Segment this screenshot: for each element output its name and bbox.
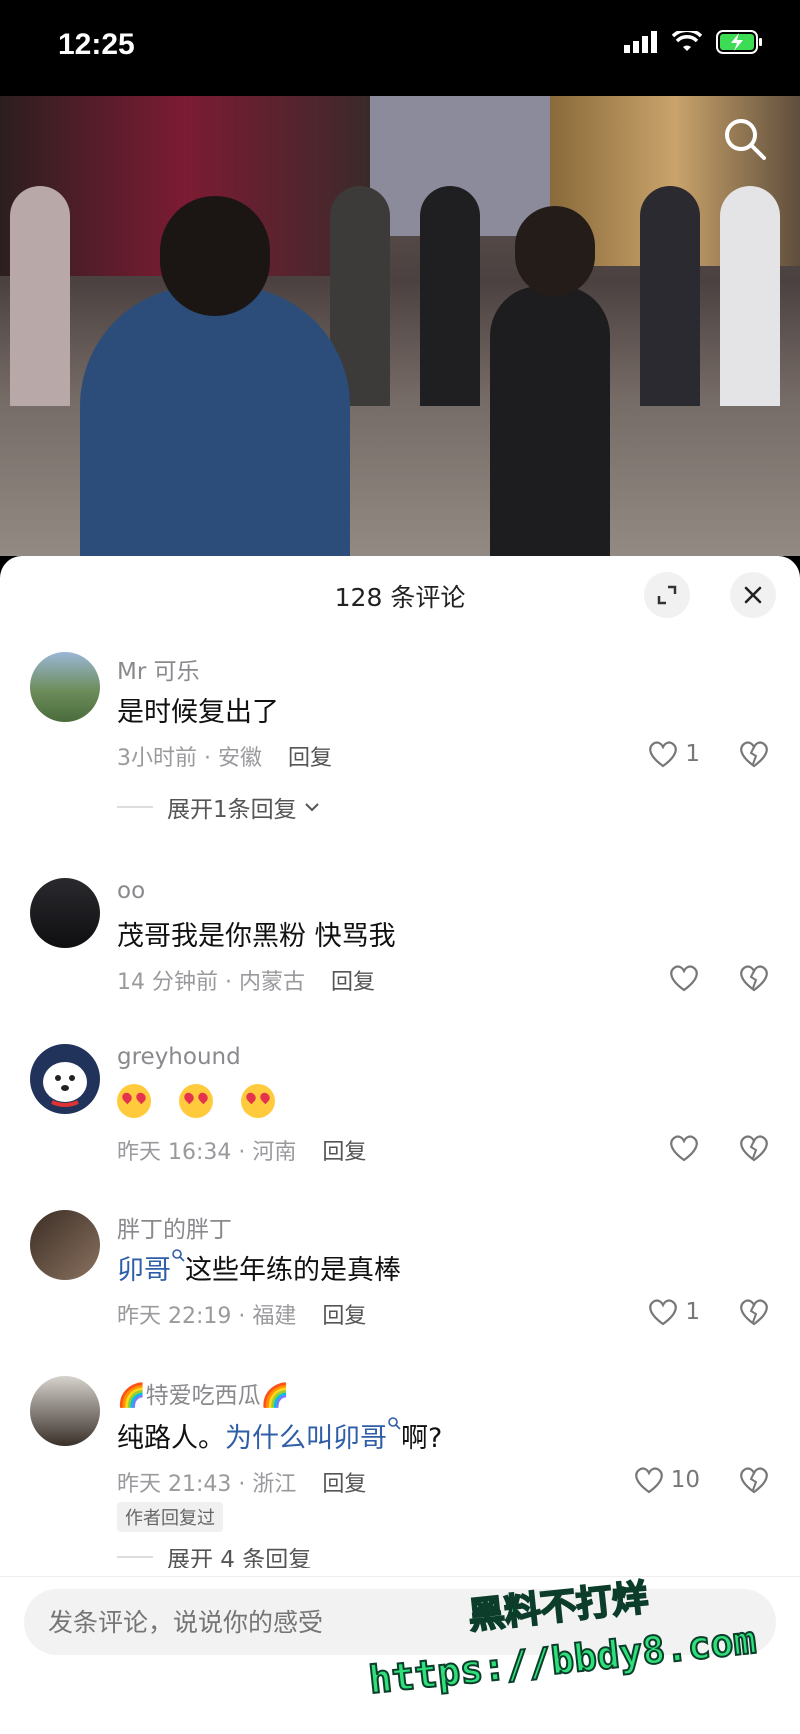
expand-replies-button[interactable]: 展开1条回复 bbox=[117, 790, 321, 824]
comment-time-location: 昨天 21:43 · 浙江 bbox=[117, 1472, 297, 1497]
heart-eyes-emoji-icon bbox=[179, 1084, 213, 1118]
comment-text: 纯路人。为什么叫卯哥 啊? bbox=[117, 1416, 442, 1455]
expand-replies-label: 展开 4 条回复 bbox=[167, 1547, 312, 1568]
reply-button[interactable]: 回复 bbox=[322, 1472, 366, 1497]
comments-header: 128 条评论 bbox=[0, 556, 800, 632]
battery-charging-icon bbox=[716, 30, 762, 54]
comment-time-location: 昨天 22:19 · 福建 bbox=[117, 1304, 297, 1329]
heart-eyes-emoji-icon bbox=[117, 1084, 151, 1118]
comment-time-location: 昨天 16:34 · 河南 bbox=[117, 1140, 297, 1165]
comment-text-post: 啊? bbox=[401, 1423, 443, 1454]
like-count: 1 bbox=[685, 1299, 700, 1325]
topic-link[interactable]: 卯哥 bbox=[117, 1255, 171, 1286]
comment-text: 卯哥 这些年练的是真棒 bbox=[117, 1248, 401, 1287]
avatar[interactable] bbox=[30, 1376, 100, 1446]
expand-fullscreen-button[interactable] bbox=[644, 572, 690, 618]
search-small-icon bbox=[388, 1417, 401, 1430]
heart-icon bbox=[670, 965, 698, 992]
broken-heart-icon[interactable] bbox=[738, 740, 770, 768]
heart-icon bbox=[649, 1299, 678, 1326]
comment-username[interactable]: oo bbox=[117, 878, 145, 904]
reply-button[interactable]: 回复 bbox=[331, 970, 375, 995]
comment-time-location: 14 分钟前 · 内蒙古 bbox=[117, 970, 305, 995]
avatar[interactable] bbox=[30, 652, 100, 722]
heart-icon bbox=[649, 741, 678, 768]
username-label: 特爱吃西瓜 bbox=[145, 1383, 261, 1409]
expand-replies-button[interactable]: 展开 4 条回复 bbox=[117, 1546, 311, 1568]
signal-icon bbox=[624, 31, 657, 53]
expand-replies-label: 展开1条回复 bbox=[167, 797, 297, 823]
video-scene bbox=[10, 186, 70, 406]
like-button[interactable] bbox=[668, 1134, 700, 1162]
video-scene bbox=[515, 206, 595, 296]
comment-text: 是时候复出了 bbox=[117, 697, 279, 728]
comment-text: 茂哥我是你黑粉 快骂我 bbox=[117, 921, 396, 952]
comment-username[interactable]: greyhound bbox=[117, 1044, 241, 1070]
comment-meta: 昨天 22:19 · 福建 回复 bbox=[117, 1298, 366, 1330]
comment-meta: 3小时前 · 安徽 回复 bbox=[117, 740, 332, 772]
comment-emojis bbox=[117, 1084, 303, 1118]
comment-time-location: 3小时前 · 安徽 bbox=[117, 746, 262, 771]
chevron-down-icon bbox=[304, 803, 319, 812]
close-button[interactable] bbox=[730, 572, 776, 618]
video-scene bbox=[420, 186, 480, 406]
comment-meta: 14 分钟前 · 内蒙古 回复 bbox=[117, 964, 375, 996]
comment-username[interactable]: Mr 可乐 bbox=[117, 652, 200, 686]
search-small-icon bbox=[172, 1249, 185, 1262]
comment-meta: 昨天 21:43 · 浙江 回复 bbox=[117, 1466, 366, 1498]
broken-heart-icon[interactable] bbox=[738, 1298, 770, 1326]
video-player[interactable] bbox=[0, 96, 800, 556]
video-scene bbox=[490, 286, 610, 556]
heart-eyes-emoji-icon bbox=[241, 1084, 275, 1118]
broken-heart-icon[interactable] bbox=[738, 964, 770, 992]
broken-heart-icon[interactable] bbox=[738, 1134, 770, 1162]
reply-button[interactable]: 回复 bbox=[322, 1304, 366, 1329]
avatar[interactable] bbox=[30, 1210, 100, 1280]
like-button[interactable]: 1 bbox=[647, 1298, 700, 1326]
dog-avatar-icon bbox=[43, 1062, 87, 1107]
search-icon[interactable] bbox=[720, 114, 770, 164]
rainbow-icon: 🌈 bbox=[260, 1383, 290, 1409]
author-replied-badge: 作者回复过 bbox=[117, 1502, 223, 1532]
comment-meta: 昨天 16:34 · 河南 回复 bbox=[117, 1134, 366, 1166]
comment-username[interactable]: 🌈特爱吃西瓜🌈 bbox=[117, 1376, 289, 1410]
video-scene bbox=[720, 186, 780, 406]
like-count: 10 bbox=[670, 1467, 700, 1493]
broken-heart-icon[interactable] bbox=[738, 1466, 770, 1494]
status-time: 12:25 bbox=[58, 28, 135, 61]
reply-button[interactable]: 回复 bbox=[288, 746, 332, 771]
like-button[interactable]: 10 bbox=[633, 1466, 700, 1494]
heart-icon bbox=[670, 1135, 698, 1162]
video-scene bbox=[640, 186, 700, 406]
status-icons bbox=[624, 30, 764, 54]
status-bar: 12:25 bbox=[0, 0, 800, 96]
avatar[interactable] bbox=[30, 1044, 100, 1114]
comment-text-pre: 纯路人。 bbox=[117, 1423, 225, 1454]
comment-username[interactable]: 胖丁的胖丁 bbox=[117, 1210, 232, 1244]
like-count: 1 bbox=[685, 741, 700, 767]
wifi-icon bbox=[672, 31, 702, 51]
video-scene bbox=[80, 286, 350, 556]
video-scene bbox=[160, 196, 270, 316]
comments-sheet: 128 条评论 Mr 可乐 是时候复出了 3小时前 · 安徽 回复 1 展开1条回… bbox=[0, 556, 800, 1733]
comment-text-rest: 这些年练的是真棒 bbox=[185, 1255, 401, 1286]
avatar[interactable] bbox=[30, 878, 100, 948]
reply-button[interactable]: 回复 bbox=[322, 1140, 366, 1165]
like-button[interactable]: 1 bbox=[647, 740, 700, 768]
divider bbox=[117, 806, 153, 808]
expand-icon bbox=[657, 585, 677, 605]
like-button[interactable] bbox=[668, 964, 700, 992]
rainbow-icon: 🌈 bbox=[117, 1383, 146, 1409]
divider bbox=[117, 1556, 153, 1558]
heart-icon bbox=[634, 1467, 663, 1494]
close-icon bbox=[744, 586, 762, 604]
topic-link[interactable]: 为什么叫卯哥 bbox=[225, 1423, 387, 1454]
